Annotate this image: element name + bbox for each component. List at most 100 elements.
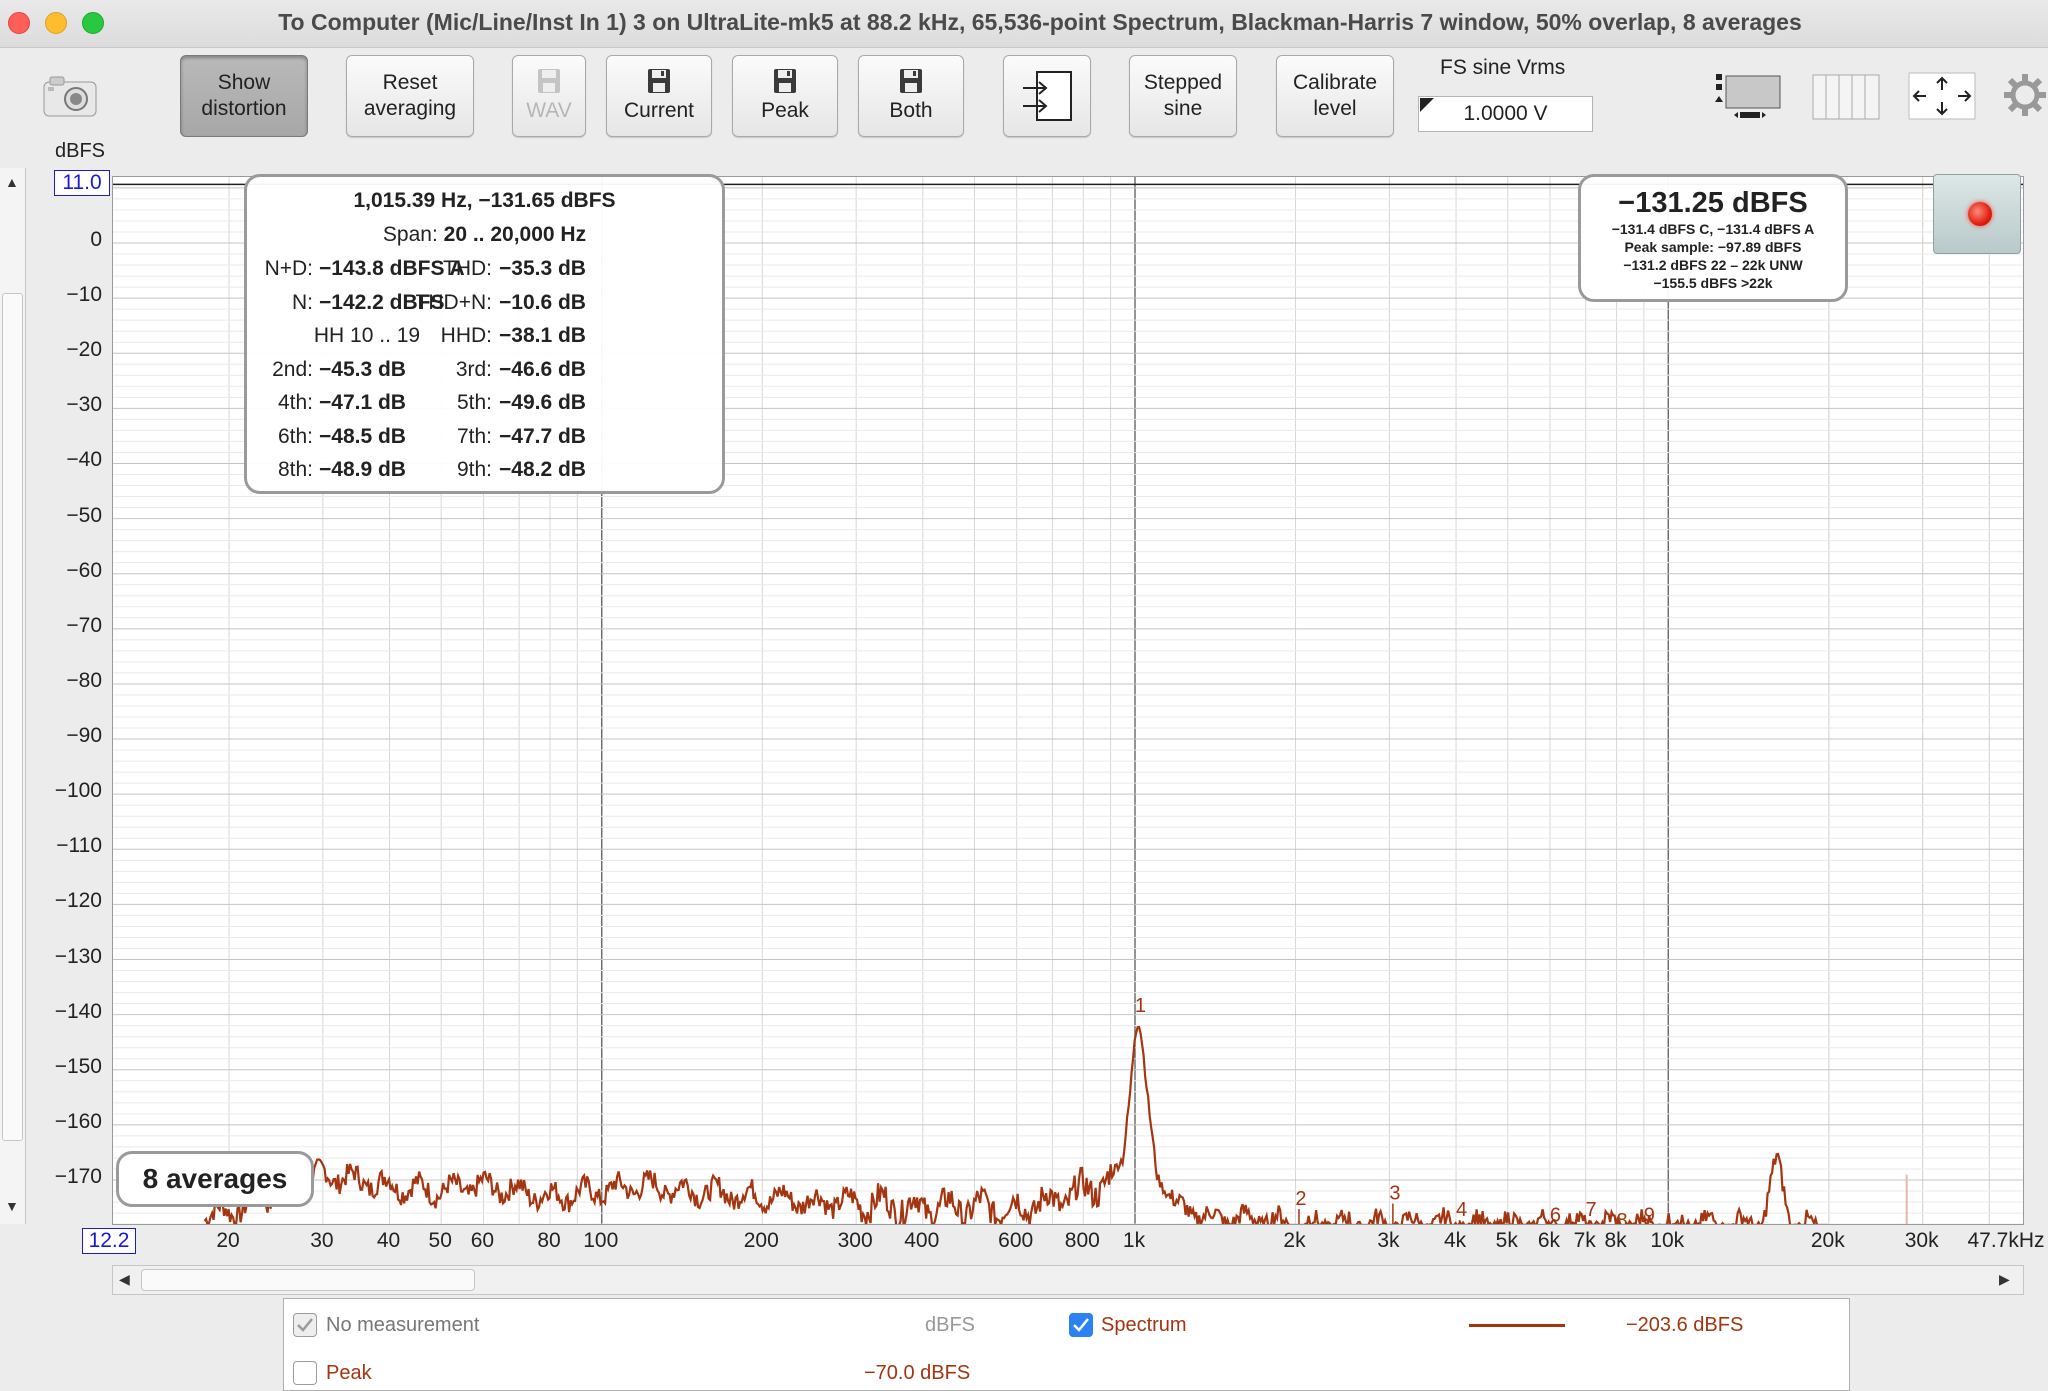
y-tick-label: 0	[90, 228, 102, 251]
level-line: −131.2 dBFS 22 – 22k UNW	[1623, 257, 1803, 273]
harmonic-marker-label: 1	[1135, 995, 1146, 1017]
minimize-window-button[interactable]	[45, 12, 67, 34]
import-arrow-icon	[1023, 71, 1072, 121]
spectrum-trace	[203, 1025, 1828, 1224]
save-peak-button[interactable]: Peak	[732, 55, 838, 137]
save-icon	[648, 69, 670, 93]
x-tick-label: 1k	[1122, 1229, 1146, 1252]
distortion-value: −47.7 dB	[499, 424, 586, 448]
x-tick-label: 8k	[1604, 1229, 1627, 1252]
wav-button[interactable]: WAV	[512, 55, 586, 137]
y-tick-label: −60	[66, 558, 102, 582]
spectrum-checkbox[interactable]	[1069, 1313, 1093, 1337]
y-max-field[interactable]: 11.0	[54, 170, 110, 196]
x-tick-label: 30k	[1904, 1229, 1939, 1252]
scroll-left-arrow-icon[interactable]: ◀	[119, 1271, 130, 1288]
level-line: −155.5 dBFS >22k	[1653, 275, 1773, 291]
reset-averaging-label-2: averaging	[363, 97, 457, 120]
distortion-label: THD+N:	[415, 290, 492, 314]
spectrum-value: −203.6 dBFS	[1626, 1314, 1744, 1336]
harmonic-marker-label: 9	[1644, 1205, 1655, 1225]
x-tick-label: 20	[216, 1229, 240, 1252]
save-icon	[538, 69, 560, 93]
expand-arrows-icon[interactable]	[1908, 72, 1976, 120]
reset-averaging-label-1: Reset	[382, 71, 438, 94]
span-row: Span: 20 .. 20,000 Hz	[247, 223, 722, 247]
y-tick-label: −140	[54, 999, 102, 1023]
scroll-right-arrow-icon[interactable]: ▶	[1999, 1271, 2010, 1288]
harmonic-marker-label: 3	[1389, 1183, 1400, 1205]
title-bar: To Computer (Mic/Line/Inst In 1) 3 on Ul…	[0, 0, 2048, 48]
check-icon	[297, 1318, 313, 1332]
harmonic-marker-label: 7	[1586, 1199, 1597, 1221]
distortion-value: −47.1 dB	[319, 391, 406, 414]
both-label: Both	[889, 99, 933, 122]
window-size-icon[interactable]	[1712, 70, 1784, 120]
distortion-value: −35.3 dB	[499, 257, 586, 280]
x-tick-label: 2k	[1283, 1229, 1306, 1252]
scroll-up-arrow-icon[interactable]: ▲	[5, 174, 19, 190]
x-tick-label: 5k	[1495, 1229, 1518, 1252]
import-button[interactable]	[1003, 55, 1091, 137]
distortion-label: 9th:	[456, 458, 492, 481]
y-tick-label: −20	[66, 338, 102, 362]
y-tick-label: −10	[66, 283, 102, 307]
distortion-label: N+D:	[264, 257, 313, 280]
x-tick-label: 7k	[1573, 1229, 1596, 1252]
save-icon	[900, 69, 922, 93]
level-line: Peak sample: −97.89 dBFS	[1624, 239, 1802, 255]
x-min-field[interactable]: 12.2	[82, 1228, 136, 1254]
distortion-label: 3rd:	[455, 357, 492, 381]
show-distortion-button[interactable]: Show distortion	[180, 55, 308, 137]
distortion-label: 5th:	[456, 391, 492, 414]
reset-averaging-button[interactable]: Reset averaging	[346, 55, 474, 137]
level-value: −131.25 dBFS	[1618, 187, 1808, 219]
stepped-sine-button[interactable]: Stepped sine	[1129, 55, 1237, 137]
distortion-header: 1,015.39 Hz, −131.65 dBFS	[353, 189, 616, 212]
check-icon	[1073, 1318, 1089, 1332]
field-corner-marker	[1420, 98, 1434, 112]
horizontal-scrollbar[interactable]: ◀ ▶	[112, 1265, 2024, 1295]
y-tick-label: −170	[54, 1165, 102, 1188]
x-tick-label: 3k	[1377, 1229, 1400, 1252]
scroll-down-arrow-icon[interactable]: ▼	[5, 1198, 19, 1214]
close-window-button[interactable]	[8, 12, 30, 34]
calibrate-level-button[interactable]: Calibrate level	[1276, 55, 1394, 137]
spectrum-label: Spectrum	[1101, 1314, 1187, 1336]
save-current-button[interactable]: Current	[606, 55, 712, 137]
peak-label: Peak	[761, 99, 809, 122]
horizontal-scroll-thumb[interactable]	[141, 1269, 475, 1291]
peak-value: −70.0 dBFS	[864, 1362, 971, 1384]
span-label: Span:	[382, 223, 438, 246]
fs-sine-vrms-field[interactable]: 1.0000 V	[1418, 96, 1593, 132]
x-tick-label: 100	[583, 1229, 619, 1252]
distortion-readout-panel: 1,015.39 Hz, −131.65 dBFS Span: 20 .. 20…	[244, 174, 725, 494]
distortion-label: 6th:	[277, 424, 313, 448]
camera-icon[interactable]	[40, 74, 100, 118]
x-tick-label: 47.7kHz	[1967, 1229, 2045, 1252]
distortion-value: −46.6 dB	[499, 357, 586, 381]
distortion-label: THD:	[443, 257, 492, 280]
x-tick-label: 200	[743, 1229, 779, 1252]
distortion-value: −45.3 dB	[319, 357, 406, 381]
columns-icon[interactable]	[1812, 74, 1880, 120]
no-measurement-checkbox[interactable]	[293, 1313, 317, 1337]
zoom-window-button[interactable]	[82, 12, 104, 34]
harmonic-marker-label: 4	[1456, 1199, 1467, 1221]
no-measurement-label: No measurement	[326, 1314, 480, 1336]
gear-icon[interactable]	[2002, 72, 2048, 118]
y-tick-label: −70	[66, 613, 102, 637]
window-title: To Computer (Mic/Line/Inst In 1) 3 on Ul…	[278, 9, 1802, 35]
y-tick-label: −160	[54, 1109, 102, 1133]
harmonic-marker-label: 8	[1616, 1210, 1627, 1225]
record-button[interactable]	[1933, 174, 2021, 254]
legend-panel: No measurement dBFS Spectrum −203.6 dBFS…	[283, 1298, 1850, 1391]
x-tick-label: 800	[1064, 1229, 1100, 1252]
harmonic-marker-label: 6	[1550, 1205, 1561, 1225]
span-value: 20 .. 20,000 Hz	[443, 223, 587, 246]
vertical-scroll-thumb[interactable]	[2, 293, 23, 1141]
level-readout-panel: −131.25 dBFS −131.4 dBFS C, −131.4 dBFS …	[1578, 174, 1848, 302]
peak-checkbox[interactable]	[293, 1361, 317, 1385]
distortion-value: −48.2 dB	[499, 458, 586, 481]
save-both-button[interactable]: Both	[858, 55, 964, 137]
